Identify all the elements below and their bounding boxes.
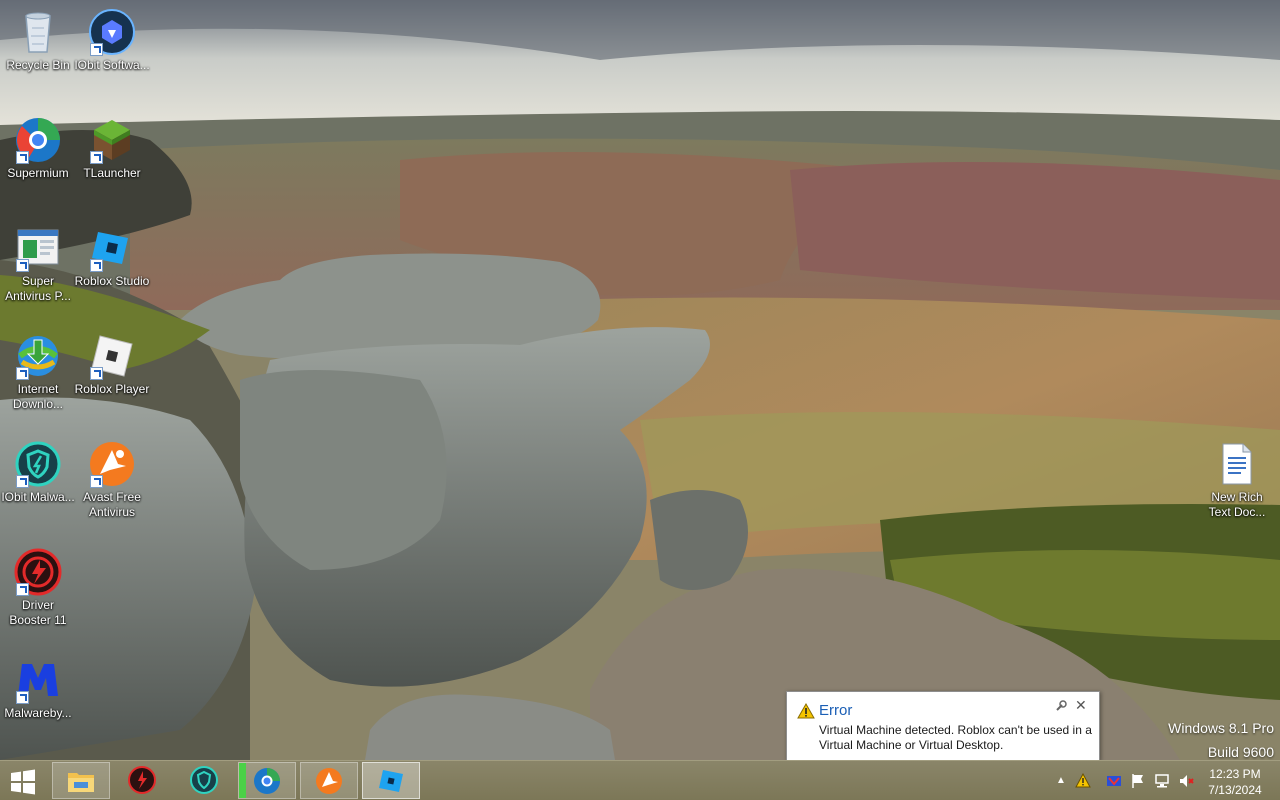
desktop-icon-label: Super Antivirus P... (5, 274, 71, 303)
desktop-icon-recycle-bin[interactable]: Recycle Bin (0, 8, 76, 73)
iobit-tray-icon[interactable] (1106, 773, 1122, 789)
shortcut-arrow-icon (90, 259, 103, 272)
shortcut-arrow-icon (90, 475, 103, 488)
taskbar-avast-button[interactable] (300, 762, 358, 799)
malwarebytes-icon (14, 656, 62, 704)
desktop-icon-supermium[interactable]: Supermium (0, 116, 76, 181)
desktop-icon-label: Malwareby... (4, 706, 72, 720)
desktop-icon-internet-download-manager[interactable]: Internet Downlo... (0, 332, 76, 412)
iobit-malware-fighter-icon (14, 440, 62, 488)
recycle-bin-icon (14, 8, 62, 56)
roblox-studio-icon (88, 224, 136, 272)
clock-time: 12:23 PM (1209, 767, 1261, 781)
notification-title: Error (819, 702, 853, 719)
desktop-icon-label: IObit Softwa... (74, 58, 150, 72)
desktop-icon-new-rich-text-document[interactable]: New Rich Text Doc... (1199, 440, 1275, 520)
avast-icon (88, 440, 136, 488)
warning-tray-icon[interactable] (1075, 773, 1091, 789)
desktop[interactable]: Recycle Bin IObit Softwa... Supermium TL… (0, 0, 1280, 760)
taskbar-roblox-studio-button[interactable] (362, 762, 420, 799)
avast-icon (316, 768, 342, 794)
desktop-icon-iobit-software[interactable]: IObit Softwa... (74, 8, 150, 73)
roblox-studio-icon (379, 770, 403, 792)
desktop-icon-label: New Rich Text Doc... (1208, 490, 1266, 519)
shortcut-arrow-icon (90, 151, 103, 164)
taskbar-iobit-malware-fighter-button[interactable] (176, 762, 234, 799)
show-hidden-icons-chevron-up-icon[interactable]: ▲ (1053, 773, 1069, 789)
desktop-icon-label: Recycle Bin (6, 58, 70, 72)
wallpaper-landscape (0, 0, 1280, 760)
internet-download-manager-icon (14, 332, 62, 380)
shortcut-arrow-icon (90, 367, 103, 380)
desktop-icon-avast[interactable]: Avast Free Antivirus (74, 440, 150, 520)
start-button-windows-logo-icon[interactable] (10, 769, 36, 795)
super-antivirus-icon (14, 224, 62, 272)
roblox-player-icon (88, 332, 136, 380)
iobit-malware-fighter-icon (190, 766, 218, 794)
system-clock[interactable]: 12:23 PM 7/13/2024 (1200, 766, 1270, 798)
desktop-icon-roblox-player[interactable]: Roblox Player (74, 332, 150, 397)
driver-booster-icon (14, 548, 62, 596)
shortcut-arrow-icon (16, 367, 29, 380)
desktop-icon-malwarebytes[interactable]: Malwareby... (0, 656, 76, 721)
shortcut-arrow-icon (16, 259, 29, 272)
desktop-icon-label: Roblox Studio (74, 274, 150, 288)
desktop-icon-label: Roblox Player (74, 382, 150, 396)
desktop-icon-label: Supermium (7, 166, 69, 180)
desktop-icon-label: Driver Booster 11 (9, 598, 67, 627)
notification-message: Virtual Machine detected. Roblox can't b… (819, 723, 1092, 752)
desktop-icon-label: IObit Malwa... (1, 490, 75, 504)
desktop-icon-tlauncher[interactable]: TLauncher (74, 116, 150, 181)
watermark-edition: Windows 8.1 Pro (1168, 720, 1274, 736)
desktop-icon-label: TLauncher (83, 166, 141, 180)
close-icon[interactable]: ✕ (1075, 698, 1087, 712)
windows-version-watermark: Windows 8.1 Pro Build 9600 (1168, 716, 1274, 760)
action-center-flag-icon[interactable] (1130, 773, 1146, 789)
error-notification-balloon[interactable]: Error ✕ Virtual Machine detected. Roblox… (786, 691, 1100, 760)
volume-muted-icon[interactable] (1178, 773, 1194, 789)
supermium-browser-icon (14, 116, 62, 164)
rich-text-document-icon (1213, 440, 1261, 488)
folder-icon (68, 773, 94, 792)
clock-date: 7/13/2024 (1208, 783, 1262, 797)
tlauncher-grass-block-icon (88, 116, 136, 164)
desktop-icon-driver-booster[interactable]: Driver Booster 11 (0, 548, 76, 628)
shortcut-arrow-icon (16, 691, 29, 704)
shortcut-arrow-icon (16, 151, 29, 164)
desktop-icon-iobit-malware-fighter[interactable]: IObit Malwa... (0, 440, 76, 505)
taskbar-file-explorer-button[interactable] (52, 762, 110, 799)
desktop-icon-label: Internet Downlo... (12, 382, 64, 411)
desktop-icon-roblox-studio[interactable]: Roblox Studio (74, 224, 150, 289)
watermark-build: Build 9600 (1207, 744, 1274, 760)
shortcut-arrow-icon (16, 583, 29, 596)
shortcut-arrow-icon (16, 475, 29, 488)
settings-wrench-icon[interactable] (1055, 700, 1067, 712)
iobit-software-icon (88, 8, 136, 56)
supermium-browser-icon (254, 768, 280, 794)
desktop-icon-label: Avast Free Antivirus (83, 490, 141, 519)
warning-icon (797, 703, 815, 719)
network-icon[interactable] (1154, 773, 1170, 789)
shortcut-arrow-icon (90, 43, 103, 56)
driver-booster-icon (128, 766, 156, 794)
taskbar-supermium-button[interactable] (238, 762, 296, 799)
desktop-icon-super-antivirus[interactable]: Super Antivirus P... (0, 224, 76, 304)
taskbar-driver-booster-button[interactable] (114, 762, 172, 799)
taskbar: ▲ 12:23 PM 7/13/2024 (0, 760, 1280, 800)
